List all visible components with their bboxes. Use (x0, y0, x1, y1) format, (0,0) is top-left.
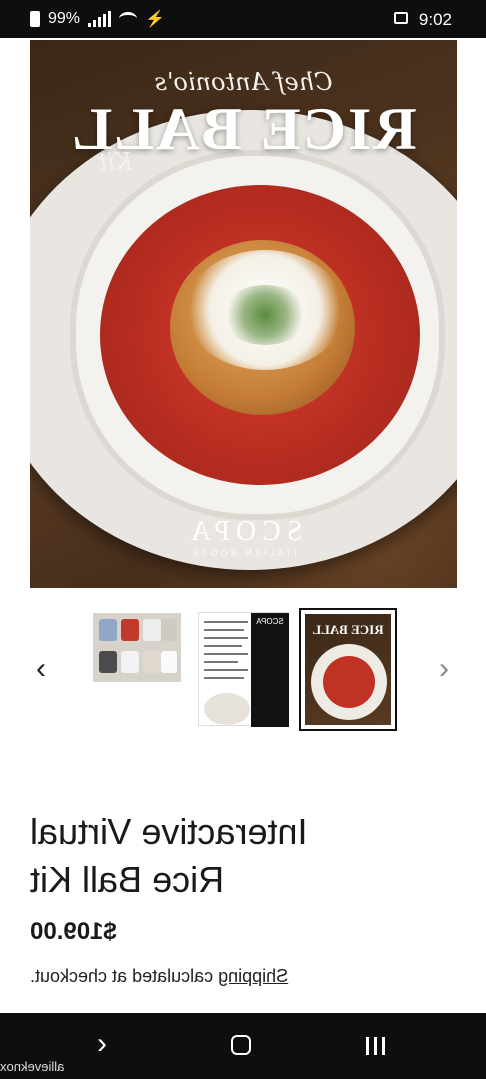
cover-preview: RICE BALL (305, 614, 391, 725)
text-line (204, 653, 248, 655)
product-title-line1: Interactive Virtual (30, 811, 308, 852)
hero-script-text: Chef Antonio's (154, 68, 333, 96)
recents-icon[interactable] (366, 1037, 385, 1055)
back-icon[interactable]: › (97, 1027, 107, 1061)
battery-percent: 99% (48, 10, 81, 27)
hero-kit-text: Kit (97, 148, 133, 176)
kit-bag (161, 619, 177, 641)
shipping-text: calculated at checkout. (30, 966, 219, 986)
system-nav-bar: › allieveknox (0, 1013, 486, 1079)
kit-bag (121, 619, 139, 641)
text-line (204, 621, 248, 623)
image-icon (394, 12, 408, 24)
home-icon[interactable] (231, 1035, 251, 1055)
text-line (204, 677, 244, 679)
brand-tagline: ITALIAN ROOTS (190, 548, 297, 558)
kit-bag (121, 651, 139, 673)
chevron-left-icon[interactable]: ‹ (30, 654, 52, 684)
kit-bag (143, 619, 161, 641)
chevron-right-icon[interactable]: › (433, 654, 455, 684)
recipe-dark-panel: SCOPA (251, 613, 289, 727)
status-left-icons: 99% ⚡ (30, 9, 165, 29)
brand-logo: SCOPA (184, 516, 303, 547)
text-line (204, 645, 242, 647)
kit-bag (99, 651, 117, 673)
shipping-note: Shipping calculated at checkout. (30, 966, 456, 987)
bolt-icon: ⚡ (145, 11, 165, 28)
text-line (204, 629, 244, 631)
shipping-link[interactable]: Shipping (218, 966, 288, 986)
product-info: Interactive Virtual Rice Ball Kit $109.0… (30, 808, 456, 987)
hero-brand: SCOPA ITALIAN ROOTS (30, 516, 457, 558)
cover-sauce (323, 656, 375, 708)
recipe-plate-photo (204, 693, 250, 725)
status-time: 9:02 (418, 10, 452, 29)
thumbnail-kit-contents[interactable] (93, 613, 181, 682)
kit-bag (99, 619, 117, 641)
recipe-brand: SCOPA (256, 617, 284, 626)
text-line (204, 661, 238, 663)
signal-icon (88, 11, 112, 27)
wifi-icon (119, 12, 138, 26)
cover-title: RICE BALL (312, 622, 384, 637)
product-price: $109.00 (30, 918, 117, 945)
product-title-line2: Rice Ball Kit (30, 859, 225, 900)
kit-bag (161, 651, 177, 673)
battery-icon (30, 11, 40, 27)
product-hero-image[interactable]: Chef Antonio's RICE BALL Kit SCOPA ITALI… (30, 40, 457, 588)
kit-bag (143, 651, 161, 673)
thumbnail-selected-cover[interactable]: RICE BALL (299, 608, 397, 731)
thumbnail-recipe-card[interactable]: SCOPA (198, 612, 289, 727)
status-bar: 99% ⚡ 9:02 (0, 0, 486, 38)
watermark: allieveknox (0, 1059, 65, 1074)
text-line (204, 669, 248, 671)
thumbnail-carousel: ‹ SCOPA RICE BALL › (0, 600, 486, 740)
text-line (204, 637, 248, 639)
herb-garnish (220, 285, 310, 345)
